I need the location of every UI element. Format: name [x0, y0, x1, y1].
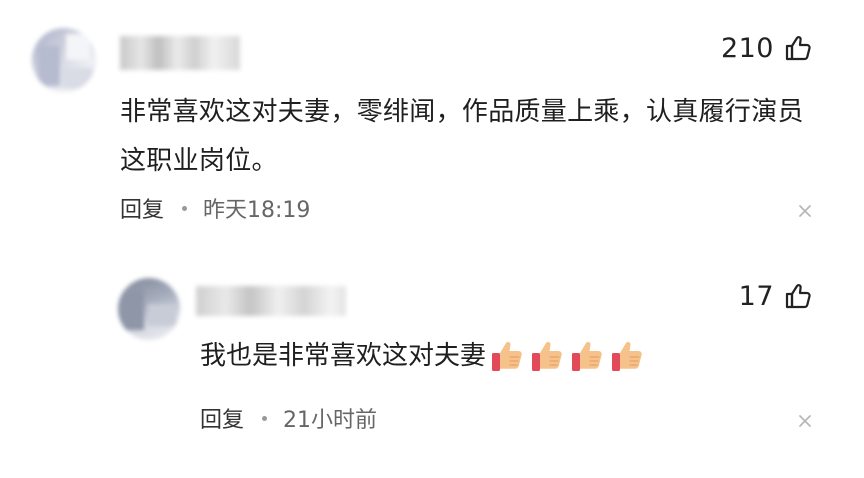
- timestamp: 21小时前: [283, 408, 378, 433]
- username-blurred[interactable]: [196, 286, 346, 316]
- reply-meta: 回复 21小时前: [200, 402, 377, 434]
- thumbs-up-icon: [785, 36, 811, 61]
- like-button[interactable]: 210: [721, 32, 812, 64]
- like-button[interactable]: 17: [739, 280, 812, 312]
- separator-dot: [182, 205, 188, 211]
- close-icon[interactable]: [794, 200, 816, 222]
- reply-button[interactable]: 回复: [120, 192, 164, 224]
- comment-meta: 回复 昨天18:19: [120, 192, 310, 224]
- reply-text: 我也是非常喜欢这对夫妻: [200, 341, 487, 371]
- thumbs-up-emoji-icon: [612, 341, 642, 371]
- thumbs-up-icon: [785, 284, 811, 309]
- like-count: 17: [738, 280, 774, 312]
- close-icon[interactable]: [794, 410, 816, 432]
- reply-text-row: 我也是非常喜欢这对夫妻: [200, 336, 650, 376]
- reply-button[interactable]: 回复: [200, 402, 244, 434]
- emoji-group: [490, 339, 650, 373]
- separator-dot: [262, 415, 268, 421]
- avatar[interactable]: [118, 278, 180, 340]
- divider: [0, 246, 864, 247]
- thumbs-up-emoji-icon: [532, 341, 562, 371]
- like-count: 210: [720, 32, 774, 64]
- username-blurred[interactable]: [120, 36, 240, 70]
- timestamp: 昨天18:19: [203, 198, 311, 223]
- thumbs-up-emoji-icon: [492, 341, 522, 371]
- avatar[interactable]: [32, 28, 96, 92]
- comment-text: 非常喜欢这对夫妻，零绯闻，作品质量上乘，认真履行演员这职业岗位。: [120, 97, 804, 176]
- thumbs-up-emoji-icon: [572, 341, 602, 371]
